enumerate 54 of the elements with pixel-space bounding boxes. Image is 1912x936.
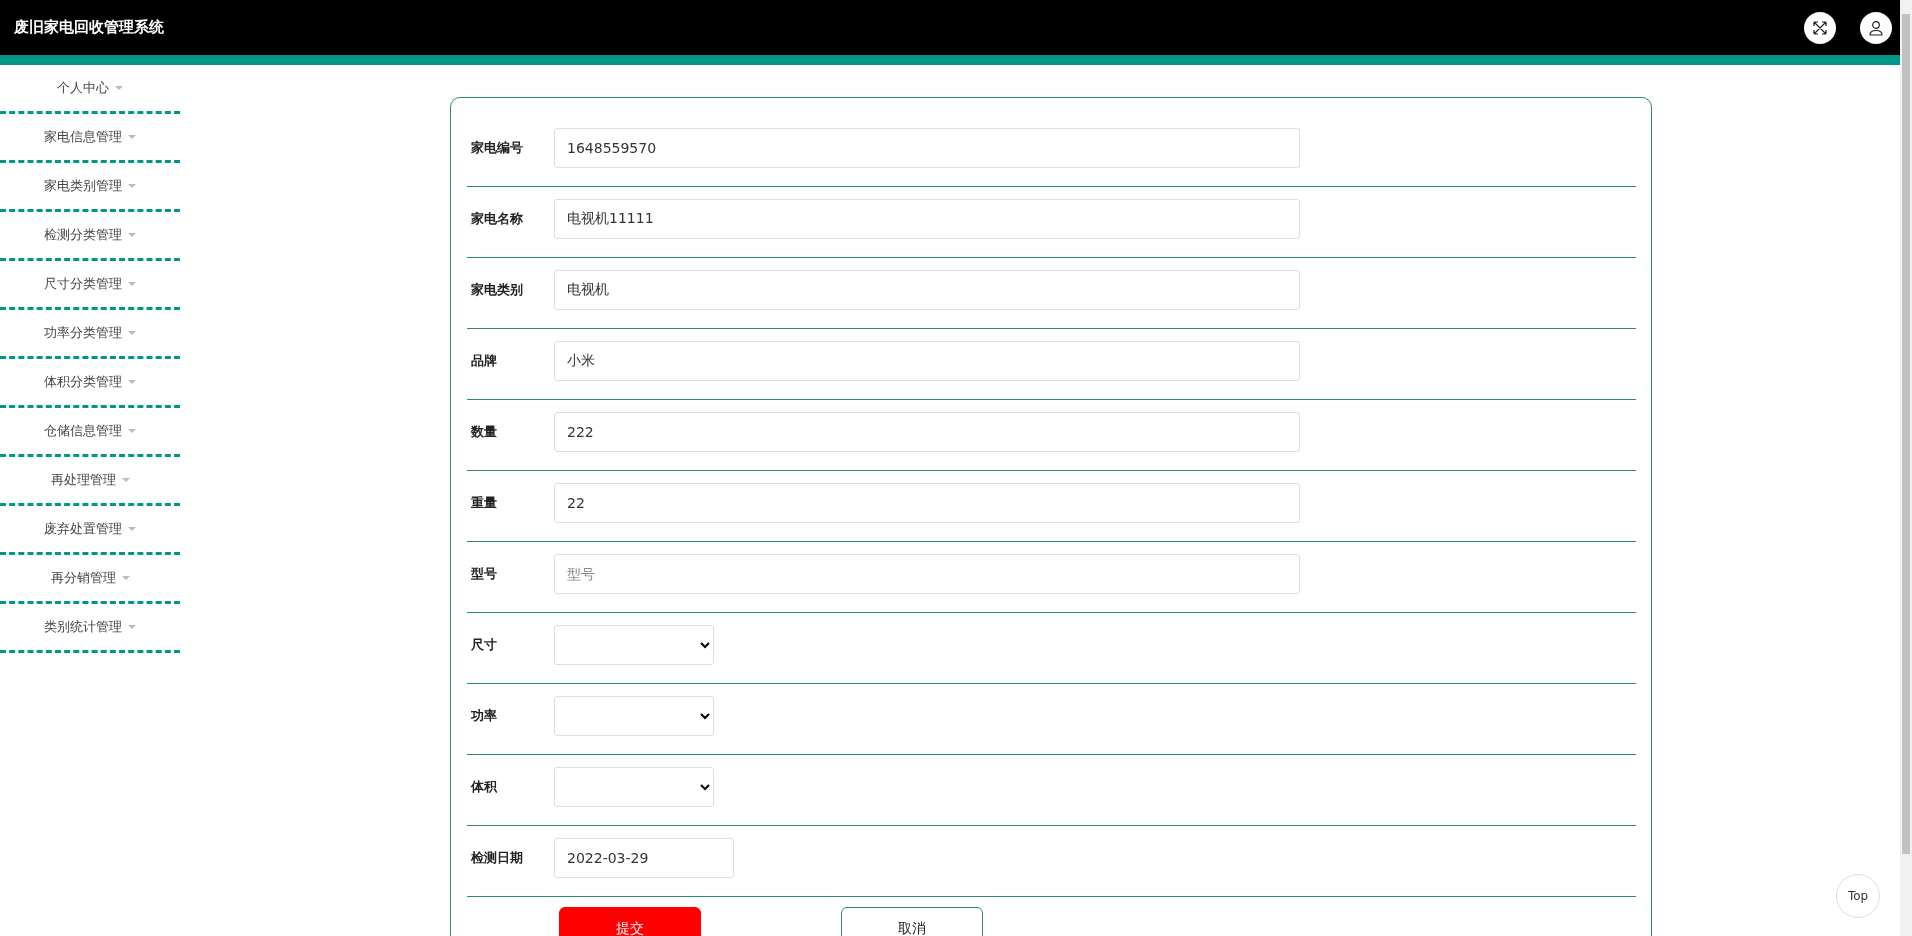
caret-icon	[121, 478, 130, 482]
submit-button[interactable]: 提交	[559, 907, 701, 936]
field-label: 检测日期	[469, 849, 524, 867]
caret-icon	[128, 233, 136, 237]
user-button[interactable]	[1860, 11, 1892, 44]
field-label: 体积	[469, 778, 498, 796]
field-label: 家电编号	[470, 139, 524, 157]
fullscreen-button[interactable]	[1804, 11, 1836, 44]
date-input[interactable]: 2022-03-29	[554, 838, 734, 878]
field-label: 家电名称	[470, 210, 524, 228]
sidebar-menu-item[interactable]: 尺寸分类管理	[0, 261, 180, 310]
text-input[interactable]: 222	[554, 412, 1300, 452]
field-label: 家电类别	[470, 281, 524, 299]
caret-icon	[128, 331, 136, 335]
caret-icon	[128, 380, 136, 384]
expand-arrows-icon	[1812, 19, 1828, 36]
text-input[interactable]: 22	[554, 483, 1300, 523]
field-label: 尺寸	[470, 636, 498, 654]
sidebar-menu-item[interactable]: 家电类别管理	[0, 163, 180, 212]
field-label: 数量	[470, 423, 498, 441]
dropdown-select[interactable]	[554, 625, 714, 665]
app-title: 废旧家电回收管理系统	[14, 18, 165, 37]
field-label: 型号	[470, 565, 498, 583]
caret-icon	[128, 282, 136, 286]
text-input[interactable]: 电视机	[554, 270, 1300, 310]
caret-icon	[128, 184, 136, 188]
sidebar-menu-item[interactable]: 仓储信息管理	[0, 408, 180, 457]
caret-icon	[128, 527, 136, 531]
caret-icon	[115, 86, 123, 90]
cancel-button[interactable]: 取消	[841, 907, 983, 936]
sidebar-menu-item[interactable]: 个人中心	[0, 65, 180, 114]
sidebar-menu-item[interactable]: 再分销管理	[0, 555, 180, 604]
sidebar-menu-item[interactable]: 再处理管理	[0, 457, 180, 506]
sidebar-menu-item[interactable]: 功率分类管理	[0, 310, 180, 359]
text-input[interactable]: 型号	[554, 554, 1300, 594]
user-icon	[1868, 19, 1884, 36]
sidebar-menu-item[interactable]: 体积分类管理	[0, 359, 180, 408]
field-label: 重量	[470, 494, 498, 512]
field-label: 品牌	[470, 352, 498, 370]
text-input[interactable]: 电视机11111	[554, 199, 1300, 239]
caret-icon	[128, 429, 136, 433]
sidebar-menu-item[interactable]: 检测分类管理	[0, 212, 180, 261]
dropdown-select[interactable]	[554, 696, 714, 736]
field-label: 功率	[470, 707, 498, 725]
caret-icon	[121, 576, 130, 580]
caret-icon	[128, 625, 136, 629]
text-input[interactable]: 1648559570	[554, 128, 1300, 168]
back-to-top-button[interactable]: Top	[1836, 874, 1880, 918]
sidebar-menu-item[interactable]: 废弃处置管理	[0, 506, 180, 555]
sidebar-menu-item[interactable]: 家电信息管理	[0, 114, 180, 163]
text-input[interactable]: 小米	[554, 341, 1300, 381]
caret-icon	[128, 135, 136, 139]
dropdown-select[interactable]	[554, 767, 714, 807]
sidebar-menu-item[interactable]: 类别统计管理	[0, 604, 180, 653]
